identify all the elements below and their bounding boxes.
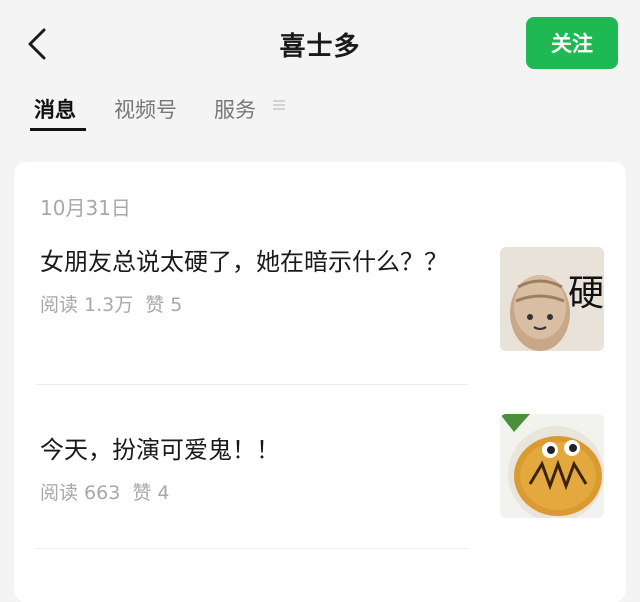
active-tab-indicator [30, 128, 86, 131]
hard-dough-image: 硬 [500, 247, 604, 351]
cute-ghost-omelette-image [500, 414, 604, 518]
article-stats: 阅读 663 赞 4 [40, 478, 460, 505]
article-thumbnail[interactable]: 硬 [500, 247, 604, 351]
article-stats: 阅读 1.3万赞 5 [40, 290, 460, 317]
like-count: 赞 5 [145, 294, 183, 316]
thumb-text: 硬 [568, 273, 604, 314]
tab-messages[interactable]: 消息 [34, 94, 76, 124]
menu-lines-icon[interactable] [272, 98, 286, 112]
follow-button[interactable]: 关注 [526, 17, 618, 69]
article-thumbnail[interactable] [500, 414, 604, 518]
message-card [14, 162, 626, 602]
article-title: 今天，扮演可爱鬼！！ [40, 436, 280, 464]
article-item[interactable]: 女朋友总说太硬了，她在暗示什么？？ 阅读 1.3万赞 5 [40, 242, 460, 317]
divider [36, 548, 468, 549]
tab-services[interactable]: 服务 [214, 94, 256, 124]
message-date: 10月31日 [40, 196, 131, 220]
tab-video-channel[interactable]: 视频号 [114, 94, 177, 124]
article-item[interactable]: 今天，扮演可爱鬼！！ 阅读 663 赞 4 [40, 430, 460, 505]
read-count: 阅读 1.3万 [40, 294, 134, 316]
read-count: 阅读 663 [40, 482, 121, 504]
top-bar: 喜士多 关注 [0, 0, 640, 84]
article-title: 女朋友总说太硬了，她在暗示什么？？ [40, 248, 448, 276]
like-count: 赞 4 [132, 482, 170, 504]
divider [36, 384, 468, 385]
